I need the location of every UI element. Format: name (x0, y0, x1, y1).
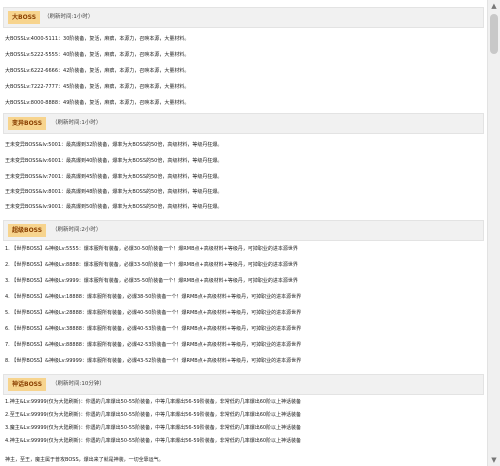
section-big-boss: 大BOSS （刷新时间:1小时） 大BOSSLv:4000-5111：30阶装备… (3, 7, 484, 106)
section-refresh-note: （刷新时间:1小时） (52, 120, 102, 126)
list-item: 1.神主&Lv:99999(仅为大陆刷新)：你遇的几率爆出50-55阶装备，中等… (5, 399, 302, 405)
list-item: 1. 【世界BOSS】&神级Lv:5555：爆本服所有装备，必爆30-50阶装备… (5, 246, 298, 252)
section-header: 变异BOSS （刷新时间:1小时） (3, 113, 484, 134)
section-header: 神话BOSS （刷新时间:10分钟） (3, 374, 484, 395)
section-super-boss: 超级BOSS （刷新时间:2小时） 1. 【世界BOSS】&神级Lv:5555：… (3, 220, 484, 364)
section-title: 大BOSS (8, 11, 41, 24)
boss-info-page: 大BOSS （刷新时间:1小时） 大BOSSLv:4000-5111：30阶装备… (0, 0, 486, 466)
list-item: 王未变异BOSS&lv:6001：最高爆到40阶装备，爆率为大BOSS的50倍，… (5, 158, 223, 164)
section-refresh-note: （刷新时间:1小时） (44, 14, 94, 20)
list-item: 3. 【世界BOSS】&神级Lv:9999：爆本服所有装备，必爆35-50阶装备… (5, 278, 298, 284)
list-item: 大BOSSLv:7222-7777：45阶装备，复活，麻痹，本源力，召唤本源，大… (5, 84, 190, 90)
section-refresh-note: （刷新时间:2小时） (52, 227, 102, 233)
section-title: 神话BOSS (8, 378, 47, 391)
list-item: 大BOSSLv:6222-6666：42阶装备，复活，麻痹，本源力，召唤本源，大… (5, 68, 190, 74)
list-item: 大BOSSLv:4000-5111：30阶装备，复活，麻痹，本源力，召唤本源，大… (5, 36, 190, 42)
list-item: 大BOSSLv:8000-8888：49阶装备，复活，麻痹，本源力，召唤本源，大… (5, 100, 190, 106)
section-header: 大BOSS （刷新时间:1小时） (3, 7, 484, 28)
section-title: 超级BOSS (8, 224, 47, 237)
list-item: 2.至王&Lv:99999(仅为大陆刷新)：你遇的几率爆出50-55阶装备，中等… (5, 412, 302, 418)
section-mutant-boss: 变异BOSS （刷新时间:1小时） 王未变异BOSS&lv:5001：最高爆到3… (3, 113, 484, 210)
vertical-scrollbar[interactable]: ▲ ▼ (487, 0, 500, 466)
list-item: 4.神主&Lv:99999(仅为大陆刷新)：你遇的几率爆出50-55阶装备，中等… (5, 438, 302, 444)
scroll-up-arrow-icon[interactable]: ▲ (488, 0, 500, 12)
section-title: 变异BOSS (8, 117, 47, 130)
list-item: 2. 【世界BOSS】&神级Lv:8888：爆本服所有装备，必爆33-50阶装备… (5, 262, 298, 268)
list-item: 王未变异BOSS&lv:7001：最高爆到45阶装备，爆率为大BOSS的50倍，… (5, 174, 223, 180)
section-header: 超级BOSS （刷新时间:2小时） (3, 220, 484, 241)
list-item: 7. 【世界BOSS】&神级Lv:88888：爆本服所有装备，必爆42-53阶装… (5, 342, 302, 348)
list-item: 大BOSSLv:5222-5555：40阶装备，复活，麻痹，本源力，召唤本源，大… (5, 52, 190, 58)
list-item: 5. 【世界BOSS】&神级Lv:28888：爆本服所有装备，必爆40-50阶装… (5, 310, 302, 316)
list-item: 王未变异BOSS&lv:9001：最高爆到50阶装备，爆率为大BOSS的50倍，… (5, 204, 223, 210)
list-item: 6. 【世界BOSS】&神级Lv:38888：爆本服所有装备，必爆40-53阶装… (5, 326, 302, 332)
list-item: 3.魔主&Lv:99999(仅为大陆刷新)：你遇的几率爆出50-55阶装备，中等… (5, 425, 302, 431)
section-refresh-note: （刷新时间:10分钟） (52, 381, 105, 387)
scroll-thumb[interactable] (490, 14, 498, 54)
list-item: 王未变异BOSS&lv:8001：最高爆到48阶装备，爆率为大BOSS的50倍，… (5, 189, 223, 195)
section-myth-boss: 神话BOSS （刷新时间:10分钟） 1.神主&Lv:99999(仅为大陆刷新)… (3, 374, 484, 444)
list-item: 4. 【世界BOSS】&神级Lv:18888：爆本服所有装备，必爆38-50阶装… (5, 294, 302, 300)
list-item: 8. 【世界BOSS】&神级Lv:99999：爆本服所有装备，必爆43-52阶装… (5, 358, 302, 364)
footer-note: 神主，至王，魔主属于普攻BOSS，爆出来了就是神装，一切全靠运气。 (5, 457, 164, 463)
list-item: 王未变异BOSS&lv:5001：最高爆到32阶装备，爆率为大BOSS的50倍，… (5, 142, 223, 148)
scroll-down-arrow-icon[interactable]: ▼ (488, 454, 500, 466)
